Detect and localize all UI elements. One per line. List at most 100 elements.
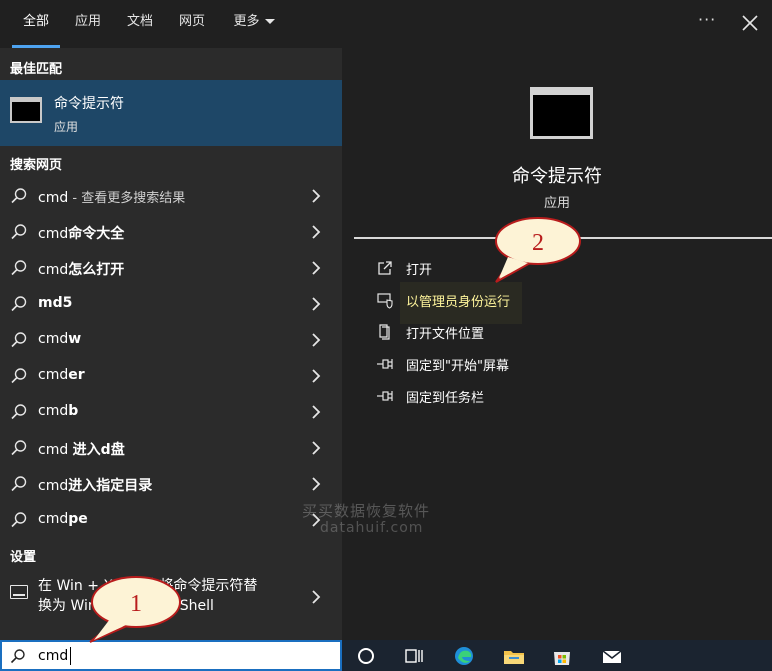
- callout-1: 1: [89, 576, 181, 643]
- web-result-label: cmdb: [38, 403, 78, 419]
- search-icon: [11, 440, 27, 456]
- result-suggestion: w: [68, 331, 82, 347]
- preview-app-title: 命令提示符: [512, 166, 602, 187]
- open-icon: [378, 261, 392, 275]
- chevron-right-icon: [312, 261, 321, 275]
- chevron-right-icon: [312, 297, 321, 311]
- tab-label: 全部: [22, 14, 49, 29]
- chevron-right-icon: [312, 225, 321, 239]
- web-result-item[interactable]: cmder: [0, 358, 342, 394]
- pin-icon: [377, 359, 393, 369]
- result-query: cmd: [38, 367, 69, 383]
- result-query: cmd: [38, 478, 69, 494]
- chevron-right-icon: [312, 189, 321, 203]
- result-suggestion: md5: [38, 295, 73, 311]
- result-description: - 查看更多搜索结果: [68, 191, 186, 206]
- shield-icon: [377, 293, 393, 309]
- preview-app-type: 应用: [543, 196, 570, 211]
- cmd-app-large-icon: [530, 87, 593, 139]
- web-result-label: cmd 进入d盘: [38, 439, 125, 459]
- taskbar: [342, 640, 772, 671]
- chevron-right-icon: [312, 441, 321, 455]
- web-result-item[interactable]: cmd命令大全: [0, 214, 342, 250]
- tab-apps[interactable]: 应用: [68, 0, 108, 48]
- chevron-down-icon: [264, 19, 275, 24]
- chevron-right-icon: [312, 477, 321, 491]
- result-query: cmd: [38, 331, 69, 347]
- search-icon: [11, 404, 27, 420]
- web-result-item[interactable]: cmd - 查看更多搜索结果: [0, 178, 342, 214]
- search-icon: [11, 512, 27, 528]
- web-result-label: cmd进入指定目录: [38, 475, 152, 495]
- web-result-item[interactable]: cmdpe: [0, 502, 342, 538]
- chevron-right-icon: [312, 369, 321, 383]
- search-icon: [11, 224, 27, 240]
- tab-label: 更多: [233, 14, 260, 29]
- web-result-label: cmder: [38, 367, 85, 383]
- search-icon: [11, 332, 27, 348]
- search-icon: [10, 649, 25, 664]
- microsoft-store-icon[interactable]: [550, 645, 574, 667]
- result-suggestion: er: [68, 367, 85, 383]
- chevron-right-icon: [312, 333, 321, 347]
- section-title-best-match: 最佳匹配: [10, 62, 63, 77]
- action-label: 打开文件位置: [406, 327, 485, 342]
- tab-web[interactable]: 网页: [172, 0, 212, 48]
- best-match-item[interactable]: 命令提示符 应用: [0, 80, 342, 146]
- mail-icon[interactable]: [600, 645, 624, 667]
- result-suggestion: 命令大全: [68, 226, 125, 242]
- result-query: cmd: [38, 226, 69, 242]
- action-label: 固定到任务栏: [406, 391, 485, 406]
- tab-documents[interactable]: 文档: [120, 0, 160, 48]
- top-tab-bar: 全部 应用 文档 网页 更多 ···: [0, 0, 772, 48]
- web-result-label: cmd - 查看更多搜索结果: [38, 187, 185, 206]
- web-result-item[interactable]: cmd 进入d盘: [0, 430, 342, 466]
- search-icon: [11, 368, 27, 384]
- web-result-item[interactable]: cmd怎么打开: [0, 250, 342, 286]
- result-query: cmd: [38, 511, 69, 527]
- section-title-settings: 设置: [10, 550, 37, 565]
- callout-2: 2: [495, 217, 581, 283]
- search-icon: [11, 188, 27, 204]
- text-caret: [70, 647, 71, 665]
- web-result-item[interactable]: md5: [0, 286, 342, 322]
- search-icon: [11, 296, 27, 312]
- search-icon: [11, 260, 27, 276]
- result-suggestion: b: [68, 403, 79, 419]
- action-label: 打开: [406, 263, 433, 278]
- result-suggestion: 怎么打开: [68, 262, 125, 278]
- edge-browser-icon[interactable]: [452, 645, 476, 667]
- action-label: 固定到"开始"屏幕: [406, 359, 509, 374]
- web-result-item[interactable]: cmdw: [0, 322, 342, 358]
- task-view-icon[interactable]: [402, 645, 426, 667]
- web-result-label: cmdw: [38, 331, 81, 347]
- cmd-app-icon: [10, 97, 42, 123]
- more-options-button[interactable]: ···: [698, 10, 716, 29]
- best-match-name: 命令提示符: [54, 96, 124, 112]
- settings-window-icon: [10, 585, 28, 599]
- tab-label: 应用: [74, 14, 101, 29]
- tab-more[interactable]: 更多: [226, 0, 282, 48]
- best-match-type: 应用: [54, 120, 79, 134]
- pin-icon: [377, 391, 393, 401]
- result-query: cmd: [38, 262, 69, 278]
- callout-1-number: 1: [130, 591, 142, 617]
- web-result-label: cmdpe: [38, 511, 88, 527]
- watermark-text: 买买数据恢复软件: [302, 502, 431, 520]
- cortana-icon[interactable]: [354, 645, 378, 667]
- tab-label: 网页: [178, 14, 205, 29]
- web-result-label: cmd命令大全: [38, 223, 124, 243]
- result-query: cmd: [38, 190, 69, 206]
- search-icon: [11, 476, 27, 492]
- watermark-url: datahuif.com: [320, 520, 424, 536]
- callout-2-number: 2: [532, 230, 544, 256]
- result-suggestion: pe: [68, 511, 88, 527]
- tab-all[interactable]: 全部: [12, 0, 60, 48]
- result-suggestion: 进入指定目录: [68, 478, 153, 494]
- file-explorer-icon[interactable]: [502, 645, 526, 667]
- web-result-item[interactable]: cmdb: [0, 394, 342, 430]
- file-location-icon: [379, 324, 390, 340]
- close-icon[interactable]: [735, 8, 765, 38]
- web-result-item[interactable]: cmd进入指定目录: [0, 466, 342, 502]
- results-pane: 最佳匹配 命令提示符 应用 搜索网页 cmd - 查看更多搜索结果 cmd命令大全…: [0, 48, 342, 640]
